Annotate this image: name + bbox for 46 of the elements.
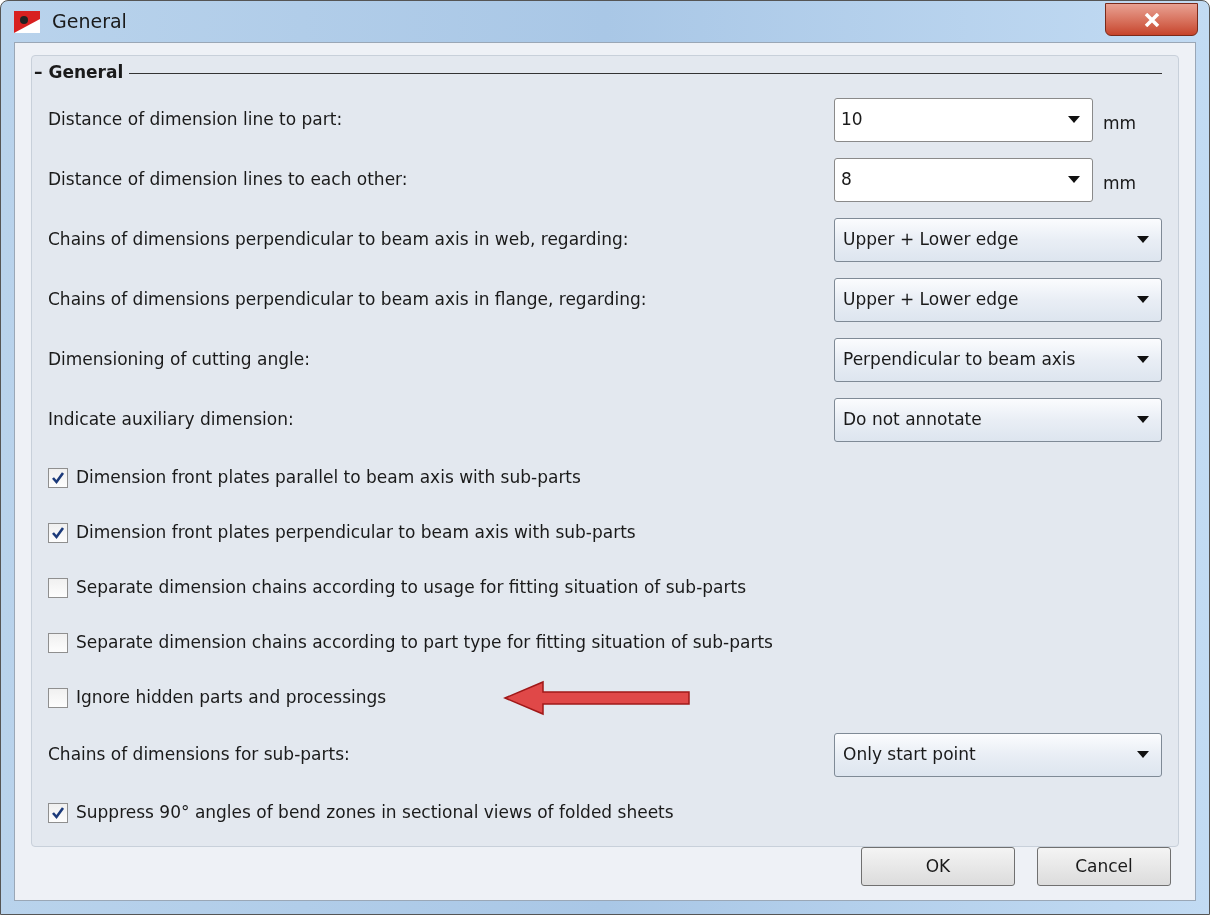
checkbox-label: Ignore hidden parts and processings <box>76 685 387 709</box>
checkbox[interactable] <box>48 687 68 708</box>
collapse-toggle[interactable]: – <box>34 60 43 86</box>
field-label: Distance of dimension lines to each other: <box>48 168 409 192</box>
app-icon <box>14 10 40 33</box>
dropdown[interactable]: Upper + Lower edge <box>834 278 1162 322</box>
dropdown[interactable]: Upper + Lower edge <box>834 218 1162 262</box>
caret-icon <box>1068 116 1080 124</box>
field-label: Chains of dimensions perpendicular to beam axis in flange, regarding: <box>48 288 648 312</box>
checkbox-label: Separate dimension chains according to usage for fitting situation of sub-parts <box>76 575 746 599</box>
field-label: Chains of dimensions for sub-parts: <box>48 743 351 767</box>
checkbox[interactable] <box>48 802 68 823</box>
dropdown[interactable]: Perpendicular to beam axis <box>834 338 1162 382</box>
caret-icon <box>1137 236 1149 244</box>
checkbox-label: Dimension front plates parallel to beam axis with sub-parts <box>76 465 581 489</box>
checkbox[interactable] <box>48 467 68 488</box>
checkmark-icon <box>51 805 65 820</box>
combo-field[interactable]: 10 <box>834 98 1093 142</box>
checkbox-label: Dimension front plates perpendicular to beam axis with sub-parts <box>76 520 636 544</box>
caret-icon <box>1068 176 1080 184</box>
checkbox-label: Suppress 90° angles of bend zones in sectional views of folded sheets <box>76 800 674 824</box>
checkbox[interactable] <box>48 577 68 598</box>
checkbox-label: Separate dimension chains according to part type for fitting situation of sub-parts <box>76 630 773 654</box>
checkbox[interactable] <box>48 522 68 543</box>
field-label: Dimensioning of cutting angle: <box>48 348 311 372</box>
unit-label: mm <box>1102 112 1138 136</box>
caret-icon <box>1137 356 1149 364</box>
field-label: Distance of dimension line to part: <box>48 108 344 132</box>
combo-field[interactable]: 8 <box>834 158 1093 202</box>
field-label: Chains of dimensions perpendicular to beam axis in web, regarding: <box>48 228 630 252</box>
field-label: Indicate auxiliary dimension: <box>48 408 295 432</box>
checkmark-icon <box>51 470 65 485</box>
window-title: General <box>52 9 127 35</box>
close-icon <box>1143 12 1160 27</box>
close-button[interactable] <box>1105 3 1198 36</box>
group-title: General <box>48 61 124 85</box>
checkmark-icon <box>51 525 65 540</box>
unit-label: mm <box>1102 172 1138 196</box>
dialog-button[interactable]: OK <box>861 847 1015 886</box>
checkbox[interactable] <box>48 632 68 653</box>
dropdown[interactable]: Only start point <box>834 733 1162 777</box>
caret-icon <box>1137 416 1149 424</box>
caret-icon <box>1137 751 1149 759</box>
dropdown[interactable]: Do not annotate <box>834 398 1162 442</box>
caret-icon <box>1137 296 1149 304</box>
dialog-button[interactable]: Cancel <box>1037 847 1171 886</box>
